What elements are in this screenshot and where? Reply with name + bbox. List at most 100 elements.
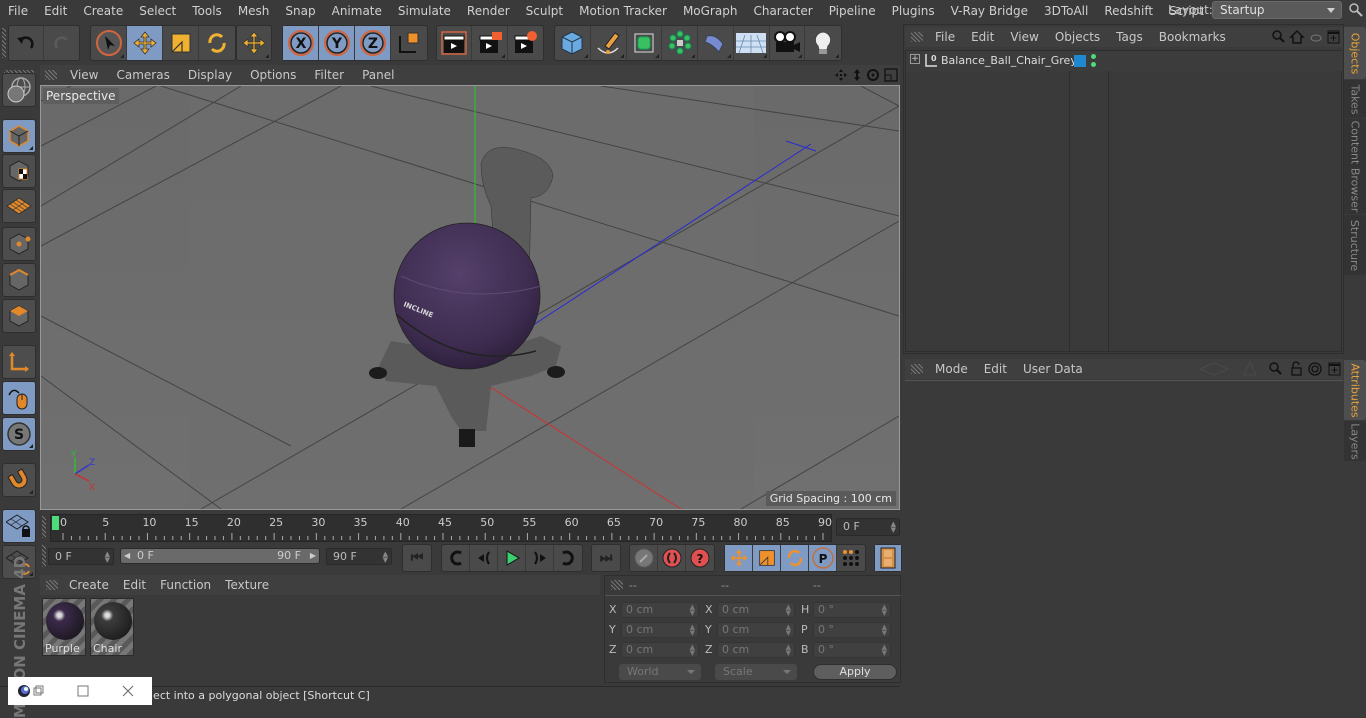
camera-label[interactable]: Perspective xyxy=(43,88,119,104)
home-icon[interactable] xyxy=(1289,29,1305,44)
timeline-window-button[interactable] xyxy=(875,545,901,571)
menu-file[interactable]: File xyxy=(0,4,36,18)
toggle-view-icon[interactable] xyxy=(884,68,898,82)
workplane-mode-button[interactable] xyxy=(2,189,36,223)
menu-pipeline[interactable]: Pipeline xyxy=(821,4,884,18)
menu-mesh[interactable]: Mesh xyxy=(230,4,278,18)
coordinate-system-button[interactable] xyxy=(391,26,427,60)
minimized-window-tab[interactable] xyxy=(8,677,152,705)
menu-simulate[interactable]: Simulate xyxy=(390,4,459,18)
subdivision-surface-button[interactable] xyxy=(627,26,663,60)
model-mode-button[interactable] xyxy=(2,119,36,153)
lock-icon[interactable] xyxy=(1291,361,1302,376)
material-menu-create[interactable]: Create xyxy=(62,578,116,592)
pan-icon[interactable] xyxy=(835,69,847,81)
menu-render[interactable]: Render xyxy=(459,4,518,18)
range-right-arrow-icon[interactable]: ▶ xyxy=(310,549,316,563)
spinner-icon[interactable]: ▲ ▼ xyxy=(786,604,791,617)
maximize-icon[interactable] xyxy=(77,685,89,697)
toolbar-grip[interactable] xyxy=(2,28,6,58)
timeline-ruler[interactable]: 0 5 10 15 20 25 30 35 40 45 50 55 60 65 70 75 80 85 90 xyxy=(50,514,832,542)
object-row[interactable]: + 0 Balance_Ball_Chair_Grey xyxy=(906,51,1342,71)
material-menu-texture[interactable]: Texture xyxy=(218,578,276,592)
coordinate-space-dropdown[interactable]: World xyxy=(619,664,701,680)
rotation-field-p[interactable]: 0 ° ▲ ▼ xyxy=(813,622,891,638)
zoom-dolly-icon[interactable] xyxy=(854,69,860,81)
autokeying-button[interactable] xyxy=(658,545,686,571)
menu-snap[interactable]: Snap xyxy=(277,4,323,18)
attribute-menu-mode[interactable]: Mode xyxy=(927,362,976,376)
next-key-button[interactable] xyxy=(554,545,582,571)
scale-tool-button[interactable] xyxy=(163,26,199,60)
snap-button[interactable] xyxy=(2,463,36,497)
next-frame-button[interactable] xyxy=(526,545,554,571)
spinner-icon[interactable]: ▲ ▼ xyxy=(690,644,695,657)
record-active-objects-button[interactable] xyxy=(630,545,658,571)
orbit-icon[interactable] xyxy=(867,69,879,81)
parameter-key-button[interactable]: P xyxy=(809,545,837,571)
object-menu-bookmarks[interactable]: Bookmarks xyxy=(1151,30,1234,44)
spinner-icon[interactable]: ▲ ▼ xyxy=(891,521,896,534)
new-window-icon[interactable] xyxy=(1328,362,1341,376)
transform-mode-dropdown[interactable]: Scale xyxy=(715,664,797,680)
position-field-y[interactable]: 0 cm ▲ ▼ xyxy=(621,622,699,638)
deformer-button[interactable] xyxy=(698,26,734,60)
layer-color-swatch[interactable] xyxy=(1074,55,1086,67)
menu-tools[interactable]: Tools xyxy=(184,4,230,18)
viewport-menu-options[interactable]: Options xyxy=(241,68,305,82)
apply-button[interactable]: Apply xyxy=(813,664,897,680)
panel-grip[interactable] xyxy=(911,364,923,374)
editor-visibility-dot[interactable] xyxy=(1091,54,1096,59)
viewport-menu-panel[interactable]: Panel xyxy=(353,68,403,82)
up-arrow-icon[interactable] xyxy=(1243,361,1257,376)
panel-grip[interactable] xyxy=(611,580,623,590)
cube-button[interactable] xyxy=(555,26,591,60)
menu-character[interactable]: Character xyxy=(745,4,820,18)
spinner-icon[interactable]: ▲ ▼ xyxy=(882,604,887,617)
make-editable-button[interactable] xyxy=(2,73,36,107)
position-field-z[interactable]: 0 cm ▲ ▼ xyxy=(621,642,699,658)
tweak-mode-button[interactable] xyxy=(2,381,36,415)
collapse-icon[interactable] xyxy=(1310,34,1322,42)
material-menu-function[interactable]: Function xyxy=(153,578,218,592)
light-button[interactable] xyxy=(805,26,841,60)
solo-mode-button[interactable]: S xyxy=(2,417,36,451)
polygons-mode-button[interactable] xyxy=(2,299,36,333)
spinner-icon[interactable]: ▲ ▼ xyxy=(690,604,695,617)
object-menu-edit[interactable]: Edit xyxy=(963,30,1002,44)
close-icon[interactable] xyxy=(122,685,134,697)
rotation-key-button[interactable] xyxy=(781,545,809,571)
search-icon[interactable] xyxy=(1269,362,1282,375)
play-button[interactable] xyxy=(498,545,526,571)
size-field-x[interactable]: 0 cm ▲ ▼ xyxy=(717,602,795,618)
viewport-menu-display[interactable]: Display xyxy=(179,68,241,82)
menu-mograph[interactable]: MoGraph xyxy=(675,4,746,18)
viewport-menu-view[interactable]: View xyxy=(61,68,107,82)
attribute-menu-user-data[interactable]: User Data xyxy=(1015,362,1091,376)
material-swatch-chair[interactable]: Chair xyxy=(90,598,134,656)
previous-key-button[interactable] xyxy=(442,545,470,571)
viewport-menu-cameras[interactable]: Cameras xyxy=(107,68,178,82)
target-icon[interactable] xyxy=(1308,362,1322,376)
spinner-icon[interactable]: ▲ ▼ xyxy=(690,624,695,637)
menu-sculpt[interactable]: Sculpt xyxy=(518,4,571,18)
start-frame-field[interactable]: 0 F ▲ ▼ xyxy=(48,548,114,565)
menu-3dtoall[interactable]: 3DToAll xyxy=(1036,4,1096,18)
size-field-z[interactable]: 0 cm ▲ ▼ xyxy=(717,642,795,658)
end-frame-field[interactable]: 90 F ▲ ▼ xyxy=(326,548,392,565)
axis-mode-button[interactable] xyxy=(2,345,36,379)
y-axis-lock-button[interactable]: Y xyxy=(319,26,355,60)
undo-button[interactable] xyxy=(9,26,45,60)
spinner-icon[interactable]: ▲ ▼ xyxy=(105,551,110,564)
menu-redshift[interactable]: Redshift xyxy=(1096,4,1161,18)
expand-icon[interactable]: + xyxy=(910,54,920,64)
tab-attributes[interactable]: Attributes xyxy=(1344,360,1366,420)
playhead[interactable] xyxy=(52,516,59,530)
range-left-arrow-icon[interactable]: ◀ xyxy=(124,549,130,563)
perspective-viewport[interactable]: INCLINE Perspective Y Z X Grid Spacing :… xyxy=(40,85,900,510)
tab-layers[interactable]: Layers xyxy=(1344,421,1366,461)
scale-key-button[interactable] xyxy=(753,545,781,571)
tab-structure[interactable]: Structure xyxy=(1344,215,1366,275)
previous-frame-button[interactable] xyxy=(470,545,498,571)
panel-grip[interactable] xyxy=(45,70,57,80)
